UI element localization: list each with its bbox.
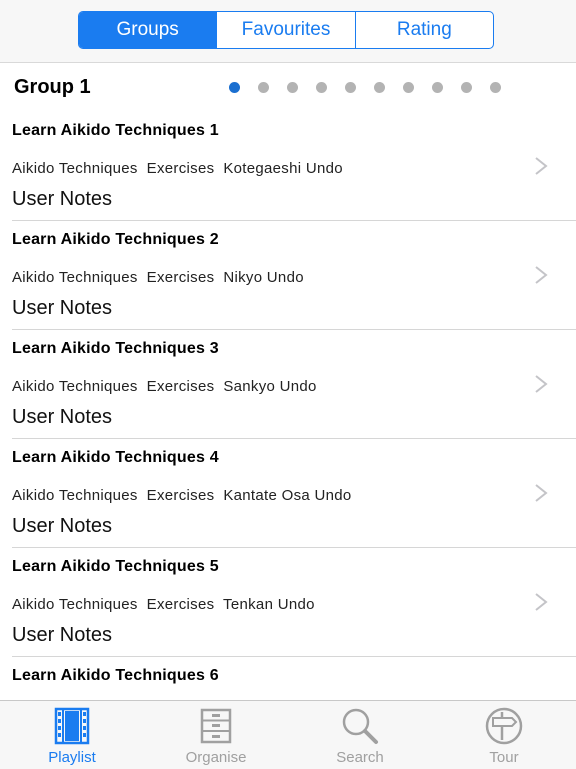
tab-tour[interactable]: Tour xyxy=(432,701,576,769)
list-item[interactable]: Learn Aikido Techniques 3 Aikido Techniq… xyxy=(12,330,576,439)
page-dot[interactable] xyxy=(229,82,240,93)
chevron-right-icon xyxy=(535,484,548,502)
page-dot[interactable] xyxy=(432,82,443,93)
segment-groups[interactable]: Groups xyxy=(79,12,217,48)
item-title: Learn Aikido Techniques 1 xyxy=(12,122,219,139)
page-dot[interactable] xyxy=(258,82,269,93)
page-indicator[interactable] xyxy=(229,82,519,93)
tab-bar: Playlist Organise Search Tour xyxy=(0,700,576,769)
item-subtitle: Aikido Techniques Exercises Kantate Osa … xyxy=(12,487,352,504)
film-strip-icon xyxy=(54,707,90,745)
list-item[interactable]: Learn Aikido Techniques 5 Aikido Techniq… xyxy=(12,548,576,657)
chevron-right-icon xyxy=(535,266,548,284)
item-subtitle: Aikido Techniques Exercises Kotegaeshi U… xyxy=(12,160,343,177)
segmented-control: Groups Favourites Rating xyxy=(78,11,494,49)
group-title: Group 1 xyxy=(14,76,91,98)
magnifier-icon xyxy=(342,708,378,744)
list-item[interactable]: Learn Aikido Techniques 2 Aikido Techniq… xyxy=(12,221,576,330)
segment-favourites[interactable]: Favourites xyxy=(216,12,354,48)
item-notes: User Notes xyxy=(12,297,113,319)
list-item[interactable]: Learn Aikido Techniques 4 Aikido Techniq… xyxy=(12,439,576,548)
tab-organise[interactable]: Organise xyxy=(144,701,288,769)
list-item[interactable]: Learn Aikido Techniques 1 Aikido Techniq… xyxy=(12,112,576,221)
page-dot[interactable] xyxy=(403,82,414,93)
item-notes: User Notes xyxy=(12,188,113,210)
signpost-icon xyxy=(485,707,523,745)
item-notes: User Notes xyxy=(12,406,113,428)
page-dot[interactable] xyxy=(490,82,501,93)
item-title: Learn Aikido Techniques 6 xyxy=(12,667,219,684)
chevron-right-icon xyxy=(535,593,548,611)
item-notes: User Notes xyxy=(12,624,113,646)
playlist-list: Learn Aikido Techniques 1 Aikido Techniq… xyxy=(0,112,576,766)
item-subtitle: Aikido Techniques Exercises Tenkan Undo xyxy=(12,596,315,613)
item-subtitle: Aikido Techniques Exercises Nikyo Undo xyxy=(12,269,304,286)
tab-playlist[interactable]: Playlist xyxy=(0,701,144,769)
chevron-right-icon xyxy=(535,375,548,393)
page-dot[interactable] xyxy=(374,82,385,93)
top-bar: Groups Favourites Rating xyxy=(0,0,576,63)
tab-label: Tour xyxy=(489,749,519,766)
item-title: Learn Aikido Techniques 4 xyxy=(12,449,219,466)
tab-label: Organise xyxy=(185,749,247,766)
page-dot[interactable] xyxy=(345,82,356,93)
item-subtitle: Aikido Techniques Exercises Sankyo Undo xyxy=(12,378,317,395)
page-dot[interactable] xyxy=(316,82,327,93)
item-title: Learn Aikido Techniques 2 xyxy=(12,231,219,248)
tab-search[interactable]: Search xyxy=(288,701,432,769)
tab-label: Search xyxy=(336,749,384,766)
chevron-right-icon xyxy=(535,157,548,175)
item-title: Learn Aikido Techniques 5 xyxy=(12,558,219,575)
cabinet-icon xyxy=(200,708,232,744)
page-dot[interactable] xyxy=(461,82,472,93)
item-notes: User Notes xyxy=(12,515,113,537)
tab-label: Playlist xyxy=(48,749,96,766)
page-dot[interactable] xyxy=(287,82,298,93)
item-title: Learn Aikido Techniques 3 xyxy=(12,340,219,357)
segment-rating[interactable]: Rating xyxy=(354,12,493,48)
